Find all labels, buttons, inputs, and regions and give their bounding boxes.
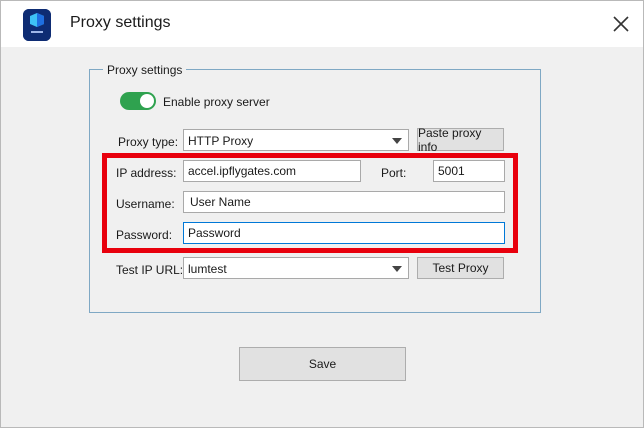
enable-proxy-toggle[interactable] bbox=[120, 92, 156, 110]
test-ip-url-label: Test IP URL: bbox=[116, 263, 184, 277]
close-button[interactable] bbox=[605, 8, 637, 40]
toggle-knob bbox=[140, 94, 154, 108]
title-bar: Proxy settings bbox=[1, 1, 643, 47]
save-button[interactable]: Save bbox=[239, 347, 406, 381]
window-title: Proxy settings bbox=[70, 14, 171, 31]
chevron-down-icon bbox=[392, 138, 402, 144]
group-legend: Proxy settings bbox=[103, 63, 187, 77]
proxy-type-select[interactable]: HTTP Proxy bbox=[183, 129, 409, 151]
password-input[interactable] bbox=[183, 222, 505, 244]
username-input[interactable] bbox=[183, 191, 505, 213]
proxy-settings-window: Proxy settings Proxy settings Enable pro… bbox=[0, 0, 644, 428]
test-ip-url-value: lumtest bbox=[188, 262, 227, 276]
port-input[interactable] bbox=[433, 160, 505, 182]
password-label: Password: bbox=[116, 228, 173, 242]
test-proxy-button[interactable]: Test Proxy bbox=[417, 257, 504, 279]
port-label: Port: bbox=[381, 166, 407, 180]
proxy-type-label: Proxy type: bbox=[118, 135, 179, 149]
app-logo-icon bbox=[23, 9, 51, 41]
paste-proxy-info-button[interactable]: Paste proxy info bbox=[417, 126, 504, 154]
ip-address-label: IP address: bbox=[116, 166, 177, 180]
proxy-type-value: HTTP Proxy bbox=[188, 134, 254, 148]
chevron-down-icon bbox=[392, 266, 402, 272]
close-icon bbox=[613, 16, 629, 32]
username-label: Username: bbox=[116, 197, 175, 211]
ip-address-input[interactable] bbox=[183, 160, 361, 182]
test-ip-url-select[interactable]: lumtest bbox=[183, 257, 409, 279]
enable-proxy-label: Enable proxy server bbox=[163, 95, 270, 109]
